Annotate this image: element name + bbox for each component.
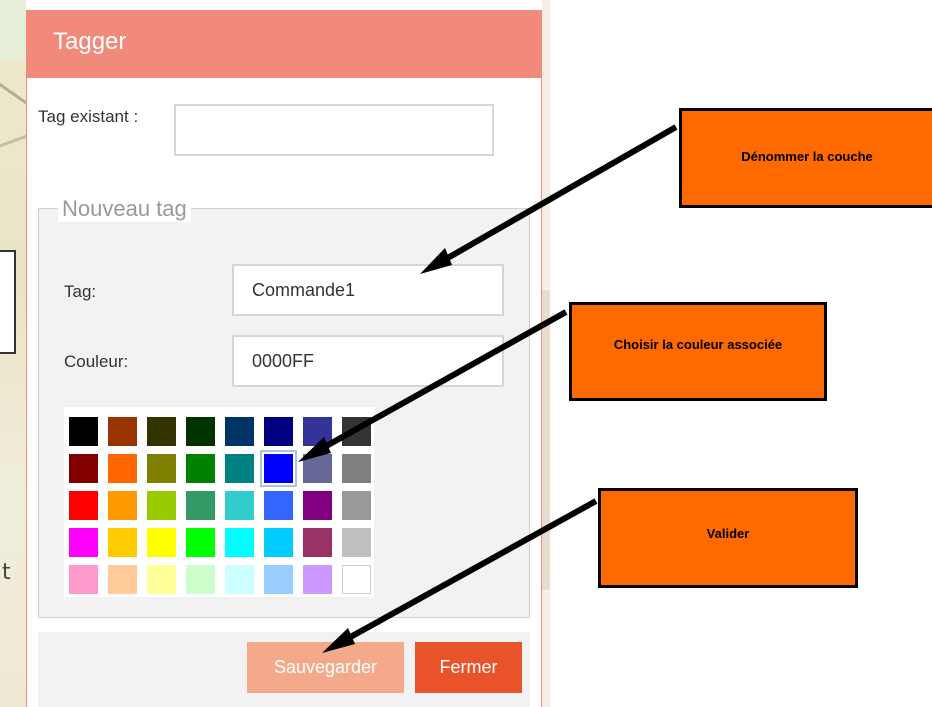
color-swatch[interactable] (108, 528, 137, 557)
color-swatch[interactable] (225, 491, 254, 520)
color-swatch[interactable] (260, 450, 297, 487)
color-swatch[interactable] (342, 491, 371, 520)
color-swatch[interactable] (147, 417, 176, 446)
color-swatch[interactable] (108, 454, 137, 483)
color-swatch[interactable] (342, 417, 371, 446)
color-swatch[interactable] (69, 528, 98, 557)
color-swatch[interactable] (342, 565, 371, 594)
color-swatch[interactable] (147, 565, 176, 594)
save-button[interactable]: Sauvegarder (247, 642, 404, 693)
color-value-input[interactable]: 0000FF (232, 335, 504, 387)
close-button[interactable]: Fermer (415, 642, 522, 693)
existing-tag-input[interactable] (174, 104, 494, 156)
callout-validate-text: Valider (706, 526, 750, 541)
tag-name-input[interactable]: Commande1 (232, 264, 504, 316)
color-palette (64, 407, 374, 597)
color-swatch[interactable] (69, 491, 98, 520)
color-swatch[interactable] (225, 528, 254, 557)
color-swatch[interactable] (186, 417, 215, 446)
color-swatch[interactable] (342, 454, 371, 483)
dialog-footer: Sauvegarder Fermer (38, 632, 530, 707)
color-swatch[interactable] (264, 528, 293, 557)
callout-name-layer: Dénommer la couche (679, 108, 932, 208)
new-tag-legend: Nouveau tag (58, 196, 191, 222)
existing-tag-label: Tag existant : (38, 107, 139, 126)
dialog-title: Tagger (53, 28, 127, 55)
color-swatch[interactable] (264, 491, 293, 520)
tag-label: Tag: (64, 282, 97, 301)
color-label: Couleur: (64, 352, 129, 371)
color-swatch[interactable] (186, 454, 215, 483)
color-swatch[interactable] (303, 565, 332, 594)
callout-choose-color-text: Choisir la couleur associée (613, 337, 783, 352)
dialog-header: Tagger (27, 10, 541, 78)
color-swatch[interactable] (303, 417, 332, 446)
color-swatch[interactable] (303, 454, 332, 483)
color-swatch[interactable] (303, 528, 332, 557)
color-swatch[interactable] (186, 528, 215, 557)
tagger-dialog: Tagger Tag existant : Nouveau tag Tag: C… (26, 10, 542, 707)
map-background-left: t (0, 0, 26, 707)
color-swatch[interactable] (108, 491, 137, 520)
color-swatch[interactable] (69, 565, 98, 594)
callout-validate: Valider (598, 488, 858, 588)
color-swatch[interactable] (147, 491, 176, 520)
color-swatch[interactable] (108, 565, 137, 594)
map-background-right (542, 0, 550, 707)
color-swatch[interactable] (147, 454, 176, 483)
color-swatch[interactable] (108, 417, 137, 446)
color-swatch[interactable] (264, 417, 293, 446)
color-swatch[interactable] (225, 454, 254, 483)
color-swatch[interactable] (342, 528, 371, 557)
color-swatch[interactable] (147, 528, 176, 557)
color-swatch[interactable] (225, 417, 254, 446)
color-swatch[interactable] (69, 417, 98, 446)
color-swatch[interactable] (264, 565, 293, 594)
callout-name-layer-text: Dénommer la couche (741, 149, 873, 164)
color-swatch[interactable] (225, 565, 254, 594)
color-swatch[interactable] (186, 565, 215, 594)
color-swatch[interactable] (69, 454, 98, 483)
color-swatch[interactable] (186, 491, 215, 520)
color-swatch[interactable] (303, 491, 332, 520)
callout-choose-color: Choisir la couleur associée (569, 302, 827, 401)
